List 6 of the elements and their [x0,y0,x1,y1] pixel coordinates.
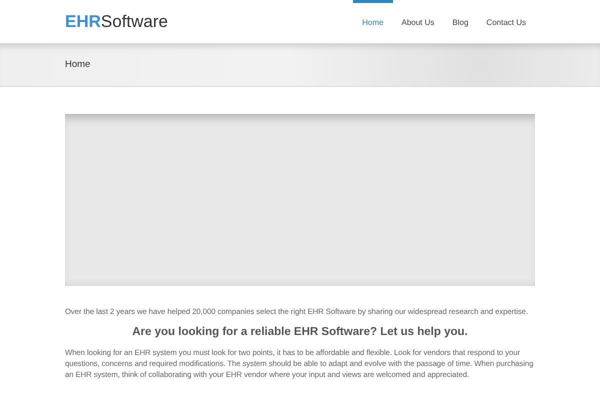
nav-link[interactable]: Blog [443,0,478,43]
breadcrumb: Home [65,58,90,72]
nav-link[interactable]: Contact Us [477,0,535,43]
section-heading: Are you looking for a reliable EHR Software? Let us help you. [131,326,469,340]
nav-link[interactable]: About Us [392,0,444,43]
logo[interactable]: EHRSoftware [65,13,168,30]
